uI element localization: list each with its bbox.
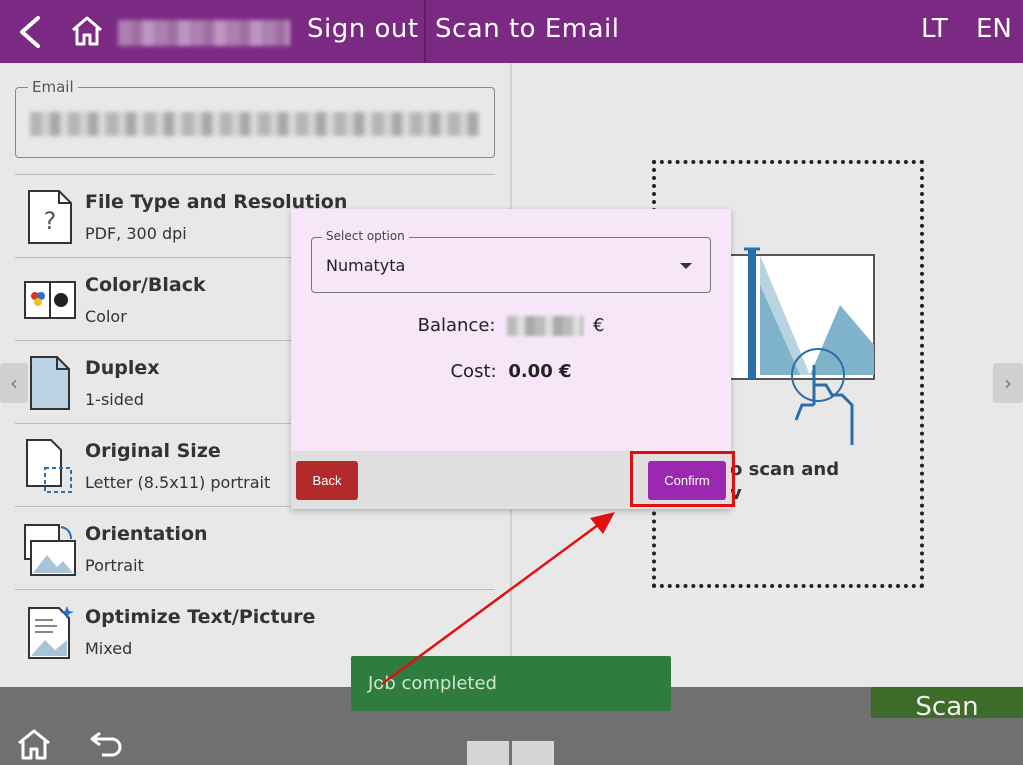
setting-value: 1-sided [85, 390, 144, 409]
balance-currency: € [592, 315, 605, 336]
setting-value: Color [85, 307, 127, 326]
setting-value: PDF, 300 dpi [85, 224, 187, 243]
balance-value-redacted [507, 316, 584, 336]
scan-button[interactable]: Scan [871, 687, 1023, 718]
setting-title: Original Size [85, 440, 221, 462]
svg-text:?: ? [44, 207, 57, 235]
rotate-right-icon[interactable] [512, 741, 554, 765]
preview-instructions: o scan and v [730, 459, 840, 504]
undo-arrow-icon[interactable] [88, 727, 124, 761]
orientation-icon [24, 524, 76, 576]
setting-value: Mixed [85, 639, 133, 658]
left-page-arrow-icon[interactable]: ‹ [0, 363, 28, 403]
email-value-redacted [30, 112, 480, 136]
original-size-icon [26, 439, 72, 493]
duplex-icon [30, 356, 70, 410]
cost-label: Cost: [450, 361, 497, 382]
email-field[interactable]: Email [15, 78, 495, 158]
back-button[interactable]: Back [296, 461, 358, 500]
home-icon[interactable] [70, 14, 104, 48]
select-label: Select option [322, 229, 409, 243]
setting-value: Portrait [85, 556, 144, 575]
setting-title: Optimize Text/Picture [85, 606, 316, 628]
language-lt-button[interactable]: LT [921, 14, 948, 44]
select-value: Numatyta [326, 256, 406, 275]
chevron-down-icon [680, 263, 692, 269]
rotate-left-icon[interactable] [467, 741, 509, 765]
color-black-icon [24, 281, 76, 319]
file-type-icon: ? [28, 190, 72, 244]
setting-value: Letter (8.5x11) portrait [85, 473, 271, 492]
home-icon[interactable] [16, 727, 52, 761]
right-page-arrow-icon[interactable]: › [993, 363, 1023, 403]
page-title: Scan to Email [435, 14, 620, 44]
user-name-redacted [118, 20, 290, 46]
cost-row: Cost: 0.00 € [291, 361, 731, 382]
job-completed-toast: Job completed [351, 656, 671, 711]
top-app-bar: Sign out Scan to Email LT EN [0, 0, 1023, 63]
cost-value: 0.00 € [508, 361, 572, 382]
setting-orientation[interactable]: Orientation Portrait [15, 506, 495, 589]
option-select[interactable]: Select option Numatyta [311, 229, 711, 293]
balance-label: Balance: [417, 315, 496, 336]
back-arrow-icon[interactable] [14, 14, 46, 50]
language-en-button[interactable]: EN [976, 14, 1012, 44]
setting-title: Orientation [85, 523, 208, 545]
optimize-icon [28, 606, 74, 659]
email-label: Email [28, 78, 78, 96]
touch-preview-icon [730, 247, 875, 445]
annotation-highlight-box [630, 451, 735, 507]
setting-title: Color/Black [85, 274, 206, 296]
header-divider [424, 0, 426, 63]
sign-out-button[interactable]: Sign out [307, 14, 419, 44]
balance-row: Balance: € [291, 315, 731, 336]
setting-title: Duplex [85, 357, 160, 379]
